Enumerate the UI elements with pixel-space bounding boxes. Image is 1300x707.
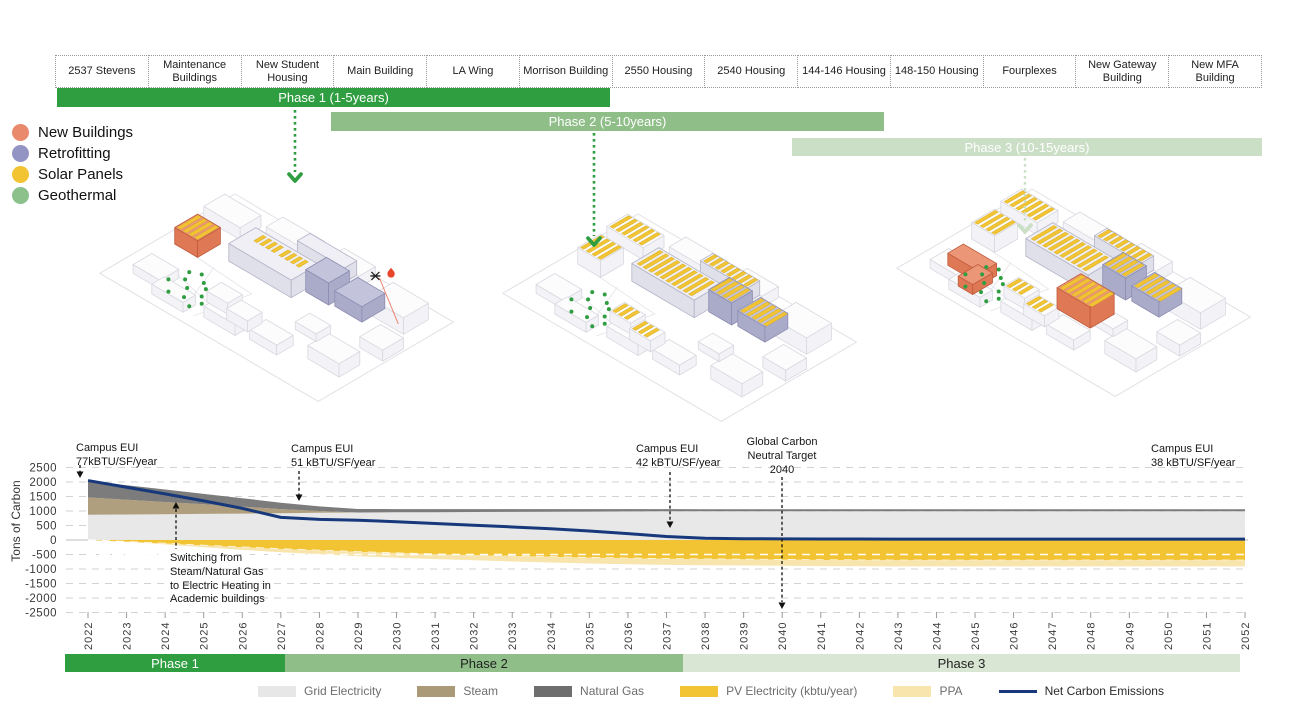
svg-text:2034: 2034 [546,622,558,650]
svg-text:-1000: -1000 [25,564,57,576]
building-box: LA Wing [426,55,520,88]
annotation-eui-2037: Campus EUI 42 kBTU/SF/year [636,443,720,471]
chart-legend-swatch [534,686,572,697]
svg-text:2043: 2043 [893,622,905,650]
svg-text:2024: 2024 [160,622,172,650]
svg-text:2000: 2000 [29,477,57,489]
building-box: 2550 Housing [612,55,706,88]
chart-legend-swatch [999,690,1037,693]
chart-legend-item: Steam [417,684,498,698]
svg-text:2025: 2025 [199,622,211,650]
building-box: Fourplexes [983,55,1077,88]
svg-text:2050: 2050 [1163,622,1175,650]
svg-text:2046: 2046 [1009,622,1021,650]
svg-text:500: 500 [36,521,57,533]
phase3-bottom-label: Phase 3 [938,656,986,671]
svg-text:2027: 2027 [276,622,288,650]
svg-text:2029: 2029 [353,622,365,650]
svg-text:2028: 2028 [314,622,326,650]
svg-text:-500: -500 [32,550,57,562]
chart-legend-swatch [258,686,296,697]
chart-legend-swatch [893,686,931,697]
svg-text:2042: 2042 [854,622,866,650]
chart-legend-label: Steam [463,684,498,698]
svg-text:-2500: -2500 [25,608,57,620]
svg-text:2500: 2500 [29,463,57,475]
building-box: 2540 Housing [704,55,798,88]
svg-text:2036: 2036 [623,622,635,650]
map-legend-item: New Buildings [12,124,133,141]
svg-text:2035: 2035 [584,622,596,650]
building-box: 2537 Stevens [55,55,149,88]
phase3-bar-bottom: Phase 3 [683,654,1240,672]
svg-text:2037: 2037 [662,622,674,650]
svg-text:2039: 2039 [739,622,751,650]
building-box: 148-150 Housing [890,55,984,88]
building-box: New Gateway Building [1075,55,1169,88]
chart-legend-label: Net Carbon Emissions [1045,684,1164,698]
building-box: Maintenance Buildings [148,55,242,88]
annotation-eui-2022: Campus EUI 77kBTU/SF/year [76,442,157,470]
campus-isometric-phase3 [822,153,1262,443]
building-box: New MFA Building [1168,55,1262,88]
svg-text:2038: 2038 [700,622,712,650]
chart-legend-label: Grid Electricity [304,684,381,698]
svg-text:2045: 2045 [970,622,982,650]
svg-text:-2000: -2000 [25,593,57,605]
chart-legend-swatch [680,686,718,697]
phase1-bottom-label: Phase 1 [151,656,199,671]
svg-text:2022: 2022 [83,622,95,650]
phase1-bar-bottom: Phase 1 [65,654,285,672]
building-box: Morrison Building [519,55,613,88]
legend-label: New Buildings [38,124,133,141]
chart-legend-item: Grid Electricity [258,684,381,698]
phase2-bar-bottom: Phase 2 [285,654,683,672]
campus-isometric-phase1 [25,158,465,448]
phase2-top-label: Phase 2 (5-10years) [549,114,667,129]
campus-isometric-phase2 [428,178,868,468]
chart-legend-label: PV Electricity (kbtu/year) [726,684,857,698]
building-timeline: 2537 StevensMaintenance BuildingsNew Stu… [55,55,1262,88]
svg-text:2040: 2040 [777,622,789,650]
chart-legend: Grid Electricity Steam Natural Gas PV Elect… [258,684,1200,698]
svg-text:2052: 2052 [1240,622,1252,650]
chart-legend-item: PPA [893,684,962,698]
svg-text:2047: 2047 [1047,622,1059,650]
phase1-top-label: Phase 1 (1-5years) [278,90,389,105]
svg-text:2032: 2032 [469,622,481,650]
phase2-bar-top: Phase 2 (5-10years) [331,112,884,131]
svg-text:2044: 2044 [931,622,943,650]
chart-legend-swatch [417,686,455,697]
svg-text:2031: 2031 [430,622,442,650]
svg-text:2033: 2033 [507,622,519,650]
annotation-eui-2050: Campus EUI 38 kBTU/SF/year [1151,443,1235,471]
phase1-bar-top: Phase 1 (1-5years) [57,88,610,107]
svg-text:2051: 2051 [1201,622,1213,650]
building-box: Main Building [333,55,427,88]
building-box: 144-146 Housing [797,55,891,88]
svg-text:2041: 2041 [816,622,828,650]
chart-legend-label: Natural Gas [580,684,644,698]
svg-text:2026: 2026 [237,622,249,650]
svg-text:1000: 1000 [29,506,57,518]
campus-decarbonization-diagram: 2537 StevensMaintenance BuildingsNew Stu… [0,0,1300,707]
chart-legend-item: Natural Gas [534,684,644,698]
svg-text:2030: 2030 [392,622,404,650]
svg-text:1500: 1500 [29,492,57,504]
building-box: New Student Housing [241,55,335,88]
annotation-eui-2028: Campus EUI 51 kBTU/SF/year [291,443,375,471]
annotation-carbon-target: Global Carbon Neutral Target 2040 [736,436,828,477]
chart-legend-item: PV Electricity (kbtu/year) [680,684,857,698]
chart-legend-item: Net Carbon Emissions [999,684,1164,698]
legend-color-dot [12,124,29,141]
svg-text:2048: 2048 [1086,622,1098,650]
svg-text:-1500: -1500 [25,579,57,591]
y-axis-title: Tons of Carbon [9,461,23,581]
svg-text:2049: 2049 [1124,622,1136,650]
annotation-switching: Switching from Steam/Natural Gas to Elec… [170,552,271,607]
chart-legend-label: PPA [939,684,962,698]
svg-text:0: 0 [50,535,57,547]
svg-text:2023: 2023 [122,622,134,650]
phase2-bottom-label: Phase 2 [460,656,508,671]
